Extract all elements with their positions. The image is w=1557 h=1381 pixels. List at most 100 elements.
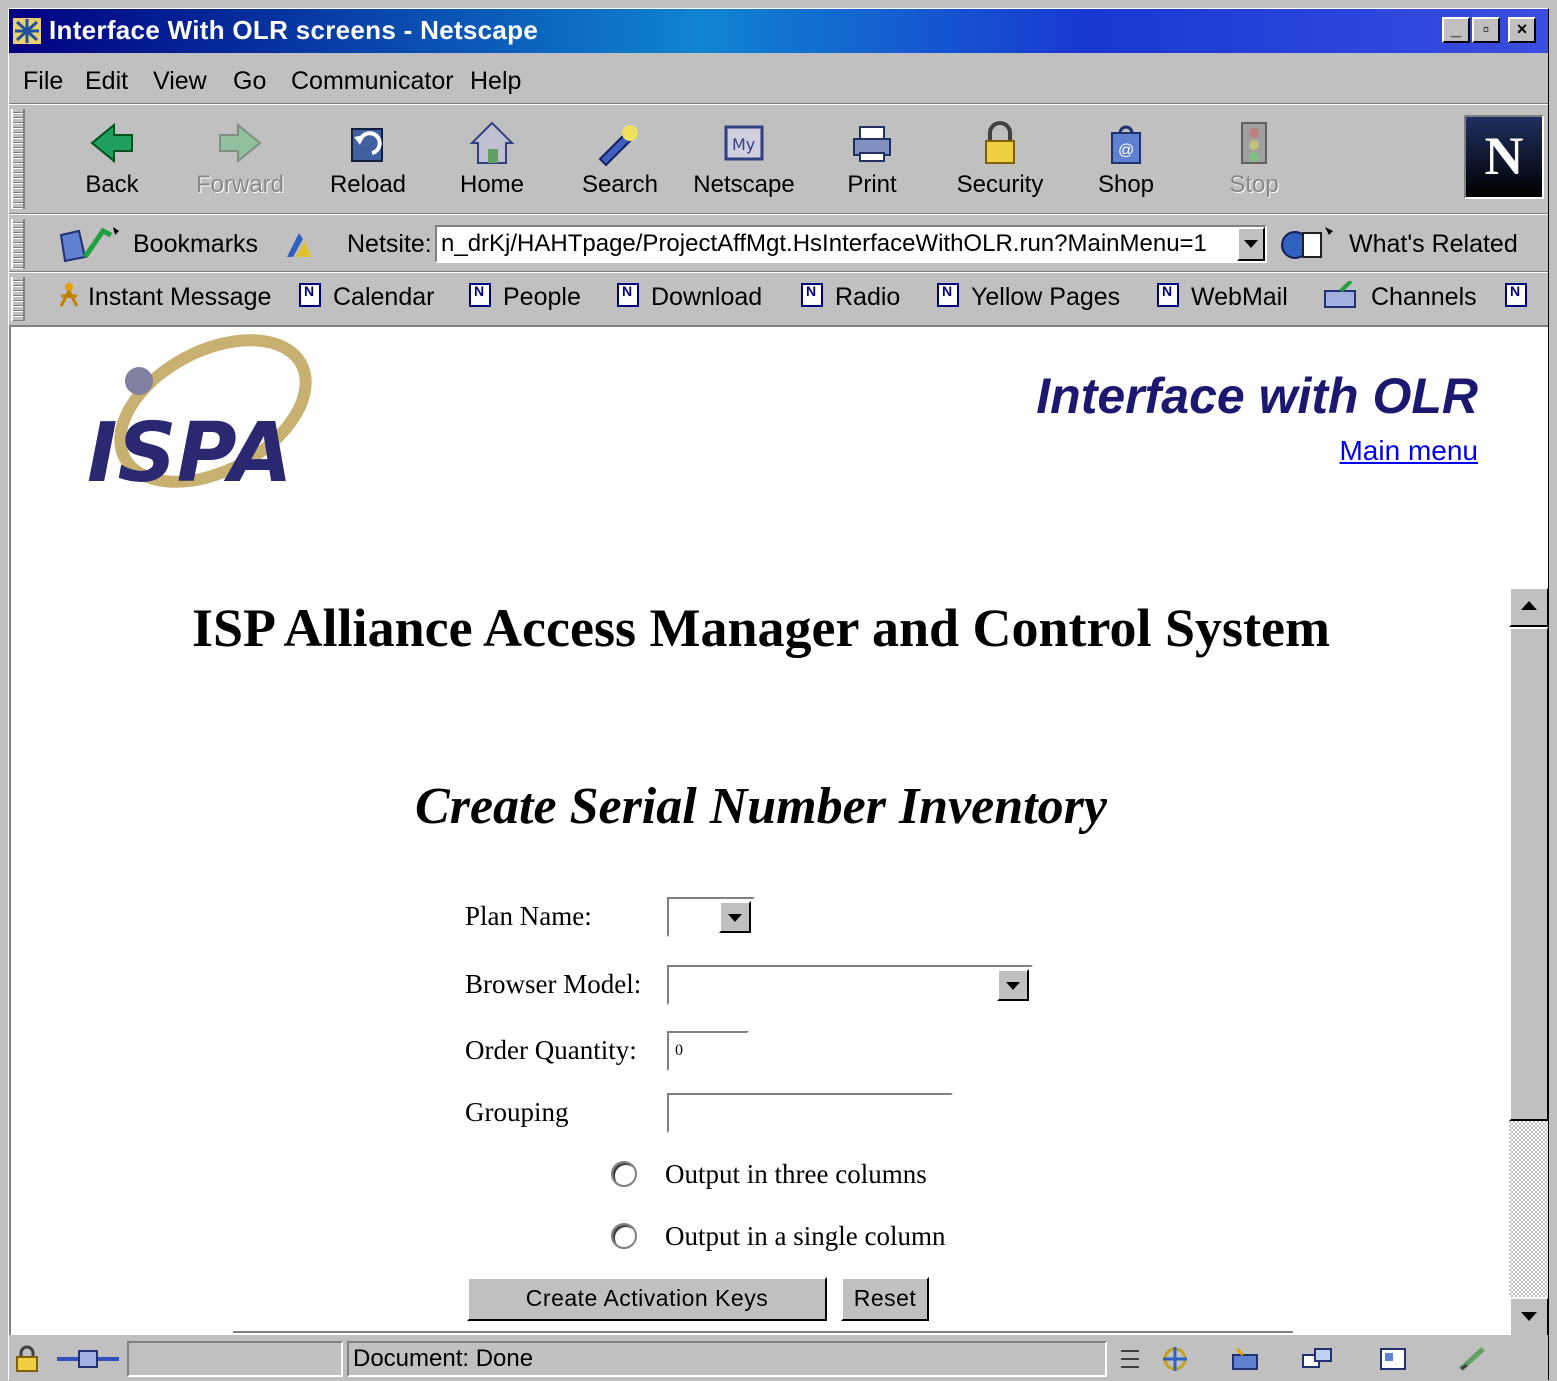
vertical-scrollbar[interactable] xyxy=(1509,587,1548,1335)
back-button[interactable]: Back xyxy=(57,111,167,211)
plan-name-dropdown-button[interactable] xyxy=(719,901,751,933)
toolbar-grip[interactable] xyxy=(11,109,25,209)
status-divider-icon xyxy=(1121,1350,1139,1368)
menu-separator xyxy=(9,103,1548,105)
page-proxy-icon[interactable] xyxy=(283,229,315,261)
menu-file[interactable]: File xyxy=(23,67,63,96)
channels-item[interactable]: Channels xyxy=(1323,279,1477,312)
instant-message-icon xyxy=(59,283,79,308)
url-text: n_drKj/HAHTpage/ProjectAffMgt.HsInterfac… xyxy=(441,230,1207,257)
minimize-button[interactable]: _ xyxy=(1442,17,1470,43)
output-three-columns-radio[interactable] xyxy=(611,1161,637,1187)
scroll-up-button[interactable] xyxy=(1509,587,1548,627)
create-activation-keys-button[interactable]: Create Activation Keys xyxy=(467,1277,827,1321)
system-title: ISP Alliance Access Manager and Control … xyxy=(191,598,1330,658)
calendar-label: Calendar xyxy=(333,283,435,311)
security-lock-icon[interactable] xyxy=(11,1345,43,1373)
mailbox-icon[interactable] xyxy=(1229,1345,1261,1373)
forward-arrow-icon xyxy=(219,122,262,164)
instant-message-label: Instant Message xyxy=(87,283,272,311)
radio-item[interactable]: Radio xyxy=(801,283,900,312)
menu-communicator[interactable]: Communicator xyxy=(291,67,454,96)
discussion-groups-icon[interactable] xyxy=(1301,1345,1333,1373)
ispa-logo-text: ISPA xyxy=(87,406,293,501)
printer-icon xyxy=(853,126,891,162)
whats-related-label[interactable]: What's Related xyxy=(1349,230,1518,259)
grouping-input[interactable] xyxy=(667,1093,953,1133)
whats-related-icon[interactable] xyxy=(1281,227,1333,263)
address-book-icon[interactable] xyxy=(1377,1345,1409,1373)
stop-button[interactable]: Stop xyxy=(1199,111,1309,211)
title-bar[interactable]: Interface With OLR screens - Netscape _ … xyxy=(9,9,1548,53)
reload-label: Reload xyxy=(329,171,407,198)
location-grip[interactable] xyxy=(11,219,25,269)
browser-model-select[interactable] xyxy=(667,965,1033,1005)
yellow-pages-label: Yellow Pages xyxy=(971,283,1121,311)
download-label: Download xyxy=(651,283,763,311)
home-button[interactable]: Home xyxy=(437,111,547,211)
chevron-down-icon xyxy=(1244,240,1258,248)
menu-go[interactable]: Go xyxy=(233,67,266,96)
netscape-logo[interactable]: N xyxy=(1464,115,1544,199)
plan-name-label: Plan Name: xyxy=(465,901,592,931)
my-netscape-icon: My xyxy=(724,125,764,161)
browser-model-label: Browser Model: xyxy=(465,969,642,999)
bookmark-n-icon xyxy=(469,283,491,308)
composer-icon[interactable] xyxy=(1457,1345,1489,1373)
print-label: Print xyxy=(847,171,897,198)
instant-message-item[interactable]: Instant Message xyxy=(57,283,271,312)
navigation-toolbar: Back Forward Reload Home Search My Netsc… xyxy=(9,107,1548,213)
scroll-down-button[interactable] xyxy=(1509,1297,1548,1335)
maximize-button[interactable]: ▫ xyxy=(1472,17,1500,43)
bookmark-n-icon xyxy=(617,283,639,308)
security-label: Security xyxy=(956,171,1044,198)
output-single-column-label: Output in a single column xyxy=(665,1221,946,1251)
navigator-icon[interactable] xyxy=(1159,1345,1191,1373)
scroll-thumb[interactable] xyxy=(1509,627,1548,1121)
download-item[interactable]: Download xyxy=(617,283,762,312)
order-quantity-input[interactable]: 0 xyxy=(667,1031,749,1071)
reload-button[interactable]: Reload xyxy=(313,111,423,211)
form-title: Create Serial Number Inventory xyxy=(415,778,1107,835)
my-netscape-button[interactable]: My Netscape xyxy=(689,111,799,211)
ispa-logo: ISPA xyxy=(87,334,312,501)
bookmarks-icon[interactable] xyxy=(59,227,119,263)
forward-button[interactable]: Forward xyxy=(185,111,295,211)
bookmark-n-icon xyxy=(801,283,823,308)
netscape-app-icon xyxy=(13,18,41,44)
main-menu-link[interactable]: Main menu xyxy=(1339,435,1478,467)
home-icon xyxy=(469,121,515,164)
security-button[interactable]: Security xyxy=(945,111,1055,211)
calendar-item[interactable]: Calendar xyxy=(299,283,434,312)
menu-edit[interactable]: Edit xyxy=(85,67,128,96)
browser-model-dropdown-button[interactable] xyxy=(997,969,1029,1001)
arrow-down-icon xyxy=(1521,1312,1537,1321)
menu-view[interactable]: View xyxy=(153,67,207,96)
url-history-dropdown[interactable] xyxy=(1237,227,1265,261)
shop-button[interactable]: @ Shop xyxy=(1071,111,1181,211)
stop-label: Stop xyxy=(1229,171,1279,198)
close-button[interactable]: × xyxy=(1508,17,1536,43)
print-button[interactable]: Print xyxy=(817,111,927,211)
menu-help[interactable]: Help xyxy=(470,67,521,96)
output-single-column-radio[interactable] xyxy=(611,1223,637,1249)
plan-name-select[interactable] xyxy=(667,897,755,937)
webmail-item[interactable]: WebMail xyxy=(1157,283,1288,312)
more-bookmark-item[interactable] xyxy=(1505,283,1539,312)
reset-button[interactable]: Reset xyxy=(841,1277,929,1321)
people-item[interactable]: People xyxy=(469,283,581,312)
personal-toolbar: Instant Message Calendar People Download… xyxy=(9,275,1548,323)
personal-grip[interactable] xyxy=(11,277,25,321)
toolbar-separator xyxy=(9,213,1548,215)
page-content: ISPA Interface with OLR Main menu ISP Al… xyxy=(9,325,1548,1335)
yellow-pages-item[interactable]: Yellow Pages xyxy=(937,283,1120,312)
shopping-bag-icon: @ xyxy=(1111,125,1141,164)
search-flashlight-icon xyxy=(598,125,638,167)
url-field[interactable]: n_drKj/HAHTpage/ProjectAffMgt.HsInterfac… xyxy=(435,225,1267,263)
browser-window: Interface With OLR screens - Netscape _ … xyxy=(8,8,1549,1380)
bookmarks-label[interactable]: Bookmarks xyxy=(133,230,258,259)
chevron-down-icon xyxy=(728,914,742,922)
grouping-label: Grouping xyxy=(465,1097,569,1127)
back-label: Back xyxy=(85,171,139,198)
search-button[interactable]: Search xyxy=(565,111,675,211)
